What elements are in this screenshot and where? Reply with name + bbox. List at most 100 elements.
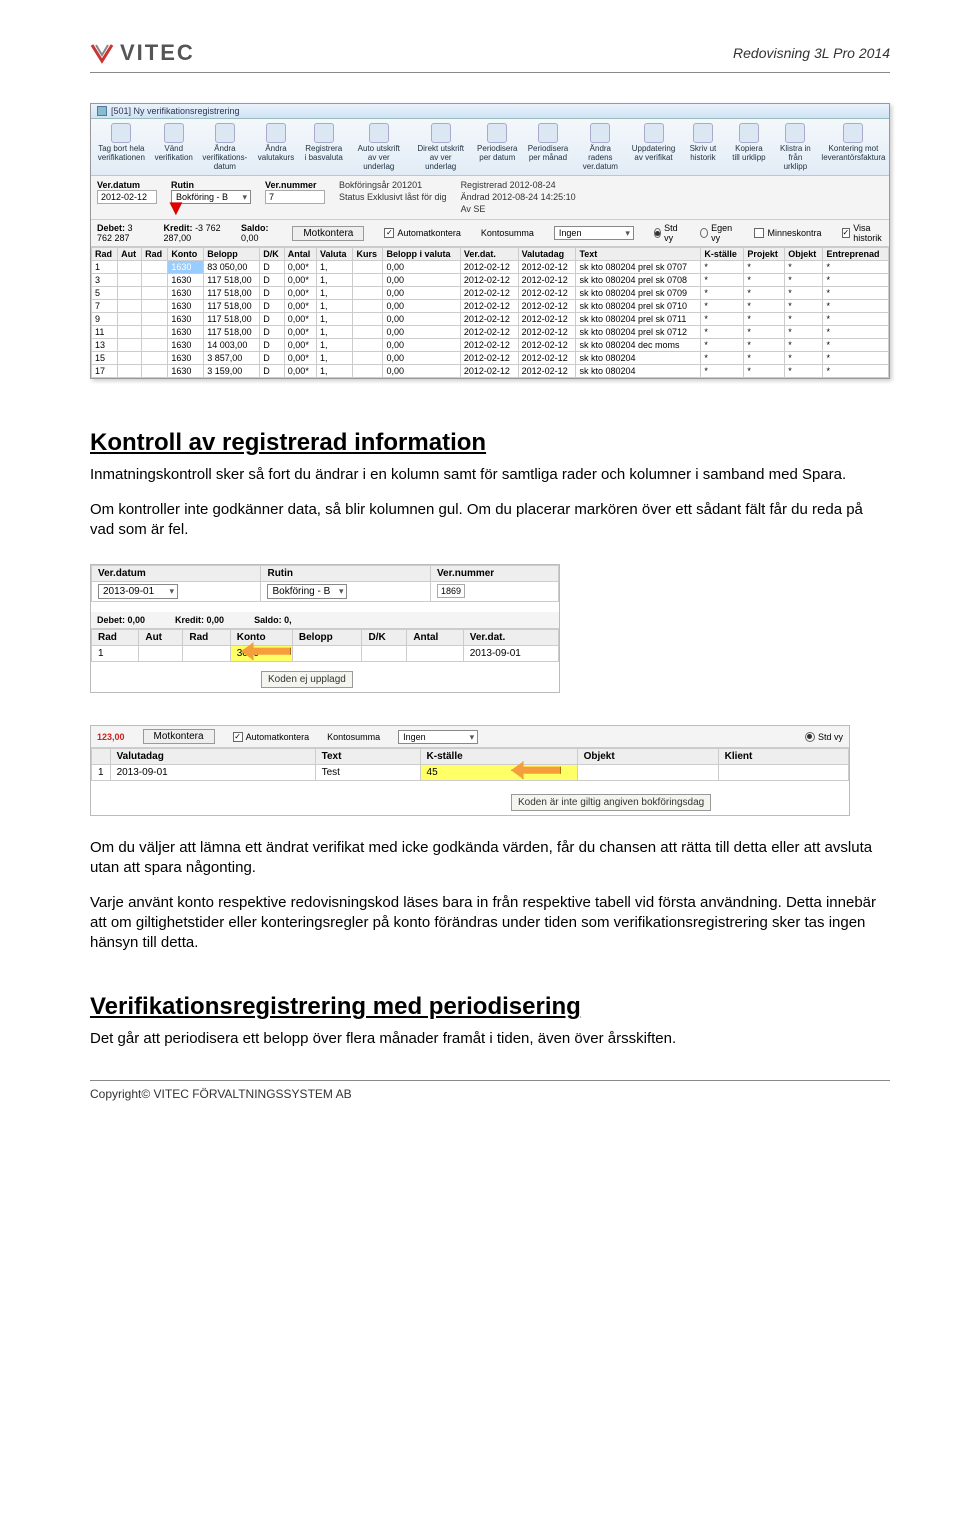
grid-cell[interactable]: 2012-02-12 <box>518 352 576 365</box>
s2-verdatum-field[interactable]: 2013-09-01 <box>98 584 178 599</box>
grid-cell[interactable]: 2012-02-12 <box>518 339 576 352</box>
grid-cell[interactable]: 1630 <box>168 352 204 365</box>
s3-stdvy-radio[interactable]: Std vy <box>805 732 843 742</box>
grid-cell[interactable]: * <box>701 287 744 300</box>
table-row[interactable]: 71630117 518,00D0,00*1,0,002012-02-12201… <box>92 300 889 313</box>
grid-cell[interactable]: 2013-09-01 <box>463 646 558 662</box>
grid-cell[interactable]: 0,00* <box>284 339 316 352</box>
grid-cell[interactable] <box>353 313 383 326</box>
grid-cell[interactable] <box>353 261 383 274</box>
grid-cell[interactable] <box>362 646 407 662</box>
grid-cell[interactable]: * <box>744 352 785 365</box>
grid-cell[interactable]: 1, <box>316 313 353 326</box>
grid-cell[interactable]: 2012-02-12 <box>518 287 576 300</box>
grid-cell[interactable] <box>353 326 383 339</box>
table-row[interactable]: 1163083 050,00D0,00*1,0,002012-02-122012… <box>92 261 889 274</box>
grid-cell[interactable]: 2012-02-12 <box>460 365 518 378</box>
grid-cell[interactable]: sk kto 080204 <box>576 352 701 365</box>
grid-cell[interactable]: 0,00* <box>284 261 316 274</box>
grid-cell[interactable]: D <box>260 326 285 339</box>
grid-cell[interactable] <box>577 765 718 781</box>
table-row[interactable]: 13163014 003,00D0,00*1,0,002012-02-12201… <box>92 339 889 352</box>
grid-cell[interactable]: 9 <box>92 313 118 326</box>
grid-header[interactable]: K-ställe <box>701 248 744 261</box>
vernummer-field[interactable]: 7 <box>265 190 325 204</box>
grid-cell[interactable]: 2012-02-12 <box>518 326 576 339</box>
grid-cell[interactable] <box>142 326 168 339</box>
grid-header[interactable]: Antal <box>407 630 463 646</box>
grid-cell[interactable]: 1 <box>92 765 111 781</box>
toolbar-button[interactable]: Registrera i basvaluta <box>300 121 347 173</box>
table-row[interactable]: 51630117 518,00D0,00*1,0,002012-02-12201… <box>92 287 889 300</box>
grid-cell[interactable]: 1, <box>316 287 353 300</box>
grid-cell[interactable]: 0,00 <box>383 365 460 378</box>
grid-cell[interactable]: 1630 <box>168 313 204 326</box>
grid-cell[interactable] <box>407 646 463 662</box>
grid-cell[interactable]: * <box>823 352 889 365</box>
grid-cell[interactable]: 1 <box>92 261 118 274</box>
grid-cell[interactable]: 1, <box>316 326 353 339</box>
grid-cell[interactable]: 1630 <box>168 274 204 287</box>
grid-cell[interactable]: sk kto 080204 prel sk 0710 <box>576 300 701 313</box>
grid-cell[interactable]: 0,00 <box>383 274 460 287</box>
grid-cell[interactable]: D <box>260 365 285 378</box>
grid-cell[interactable]: * <box>785 365 823 378</box>
grid-cell[interactable]: 0,00 <box>383 313 460 326</box>
grid-cell[interactable]: 1630 <box>168 326 204 339</box>
grid-cell[interactable]: * <box>823 287 889 300</box>
grid-header[interactable]: K-ställe <box>420 749 577 765</box>
grid-cell[interactable] <box>292 646 362 662</box>
grid-cell[interactable]: * <box>785 339 823 352</box>
grid-cell[interactable]: 2012-02-12 <box>518 261 576 274</box>
grid-header[interactable]: Konto <box>230 630 292 646</box>
grid-cell[interactable] <box>353 300 383 313</box>
grid-header[interactable]: Klient <box>718 749 848 765</box>
toolbar-button[interactable]: Periodisera per datum <box>473 121 521 173</box>
grid-cell[interactable]: D <box>260 274 285 287</box>
grid-cell[interactable]: 0,00 <box>383 326 460 339</box>
grid-cell[interactable]: 2012-02-12 <box>460 339 518 352</box>
grid-cell[interactable]: * <box>701 274 744 287</box>
grid-cell[interactable] <box>139 646 183 662</box>
grid-cell[interactable]: * <box>744 300 785 313</box>
grid-cell[interactable]: * <box>701 365 744 378</box>
automatkontera-check[interactable]: ✓Automatkontera <box>384 228 461 238</box>
grid-cell[interactable] <box>118 352 142 365</box>
grid-header[interactable]: Aut <box>118 248 142 261</box>
grid-cell[interactable]: 0,00* <box>284 352 316 365</box>
grid-cell[interactable]: * <box>701 339 744 352</box>
grid-cell[interactable] <box>142 300 168 313</box>
grid-cell[interactable]: 2012-02-12 <box>460 313 518 326</box>
grid-cell[interactable]: Test <box>315 765 420 781</box>
grid-header[interactable]: Text <box>315 749 420 765</box>
toolbar-button[interactable]: Kopiera till urklipp <box>727 121 771 173</box>
grid-cell[interactable] <box>142 365 168 378</box>
grid-cell[interactable]: 0,00 <box>383 352 460 365</box>
grid-cell[interactable]: D <box>260 313 285 326</box>
grid-header[interactable]: Text <box>576 248 701 261</box>
grid-cell[interactable] <box>142 287 168 300</box>
grid-cell[interactable]: * <box>823 300 889 313</box>
grid-cell[interactable] <box>183 646 230 662</box>
grid-cell[interactable]: * <box>701 352 744 365</box>
grid-cell[interactable]: 1, <box>316 365 353 378</box>
grid-cell[interactable]: D <box>260 352 285 365</box>
grid-header[interactable]: Antal <box>284 248 316 261</box>
grid-cell[interactable]: sk kto 080204 prel sk 0711 <box>576 313 701 326</box>
grid-cell[interactable]: 7 <box>92 300 118 313</box>
grid-cell[interactable] <box>353 339 383 352</box>
grid-cell[interactable]: D <box>260 287 285 300</box>
toolbar-button[interactable]: Tag bort hela verifikationen <box>93 121 150 173</box>
grid-cell[interactable]: 13 <box>92 339 118 352</box>
minneskontra-check[interactable]: Minneskontra <box>754 228 821 238</box>
visahistorik-check[interactable]: ✓Visa historik <box>842 223 884 243</box>
grid-cell[interactable]: 0,00* <box>284 313 316 326</box>
grid-cell[interactable]: 3 857,00 <box>204 352 260 365</box>
toolbar-button[interactable]: Klistra in från urklipp <box>773 121 818 173</box>
table-row[interactable]: 31630117 518,00D0,00*1,0,002012-02-12201… <box>92 274 889 287</box>
grid-cell[interactable]: * <box>785 300 823 313</box>
grid-cell[interactable]: 14 003,00 <box>204 339 260 352</box>
grid-cell[interactable]: 0,00* <box>284 300 316 313</box>
verdatum-field[interactable]: 2012-02-12 <box>97 190 157 204</box>
grid-cell[interactable]: 0,00* <box>284 365 316 378</box>
